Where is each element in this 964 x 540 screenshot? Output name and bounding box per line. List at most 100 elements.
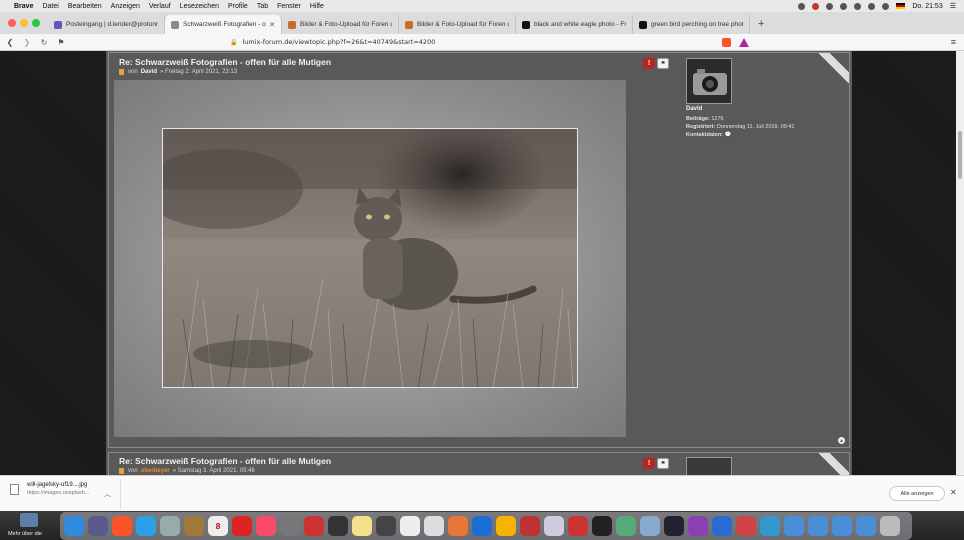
menu-datei[interactable]: Datei (42, 3, 58, 10)
menu-anzeigen[interactable]: Anzeigen (111, 3, 140, 10)
app-icon[interactable] (568, 516, 588, 536)
cat-photo[interactable] (162, 128, 578, 388)
contacts-icon[interactable] (184, 516, 204, 536)
new-tab-button[interactable]: + (750, 18, 772, 34)
app-icon[interactable] (376, 516, 396, 536)
posts-value[interactable]: 1276 (711, 116, 723, 122)
wifi-icon[interactable] (882, 2, 890, 10)
author-profile: David Beiträge: 1276 Registriert: Donner… (686, 58, 826, 139)
divider (120, 479, 121, 509)
tab-posteingang[interactable]: Posteingang | d.lender@protonmail (48, 15, 165, 34)
avatar[interactable] (686, 58, 732, 104)
1password-icon[interactable] (472, 516, 492, 536)
menu-fenster[interactable]: Fenster (277, 3, 301, 10)
menu-app-name[interactable]: Brave (14, 3, 33, 10)
back-to-top-icon[interactable]: ▲ (838, 437, 845, 444)
report-button[interactable]: ! (643, 458, 655, 469)
forward-button[interactable]: ❯ (20, 38, 34, 47)
status-icon[interactable] (798, 2, 806, 10)
folder-icon[interactable] (832, 516, 852, 536)
app-icon[interactable] (664, 516, 684, 536)
app-icon[interactable] (544, 516, 564, 536)
browser-menu-icon[interactable]: ≡ (951, 37, 956, 47)
app-icon[interactable] (304, 516, 324, 536)
close-window-button[interactable] (8, 19, 16, 27)
chevron-up-icon[interactable]: ︿ (104, 489, 111, 499)
music-icon[interactable] (256, 516, 276, 536)
show-all-downloads-button[interactable]: Alle anzeigen (889, 486, 945, 501)
status-icon[interactable] (826, 2, 834, 10)
photo-app-icon[interactable] (232, 516, 252, 536)
post-author-link[interactable]: David (141, 69, 157, 75)
preview-icon[interactable] (160, 516, 180, 536)
alert-icon[interactable] (812, 2, 820, 10)
affinity-designer-icon[interactable] (712, 516, 732, 536)
reload-button[interactable]: ↻ (37, 38, 51, 47)
minimize-window-button[interactable] (20, 19, 28, 27)
clock[interactable]: Do. 21:53 (912, 3, 942, 10)
profile-name[interactable]: David (686, 106, 826, 112)
tab-bilder-upload-1[interactable]: Bilder & Foto-Upload für Foren und (282, 15, 399, 34)
folder-icon[interactable] (784, 516, 804, 536)
folder-icon[interactable] (808, 516, 828, 536)
firefox-icon[interactable] (448, 516, 468, 536)
post-title[interactable]: Re: Schwarzweiß Fotografien - offen für … (119, 456, 331, 466)
folder-icon[interactable] (856, 516, 876, 536)
status-icon[interactable] (854, 2, 862, 10)
lock-icon: 🔒 (230, 38, 238, 46)
quote-button[interactable]: ❝ (657, 458, 669, 469)
app-icon[interactable] (520, 516, 540, 536)
status-icon[interactable] (840, 2, 848, 10)
brave-shields-icon[interactable] (722, 37, 731, 47)
textedit-icon[interactable] (400, 516, 420, 536)
safari-icon[interactable] (136, 516, 156, 536)
keyboard-layout-flag-icon[interactable] (896, 3, 906, 9)
app-icon[interactable] (736, 516, 756, 536)
page-scrollbar[interactable] (956, 51, 964, 475)
brave-rewards-icon[interactable] (739, 37, 749, 47)
calendar-icon[interactable]: 8 (208, 516, 228, 536)
siri-icon[interactable] (88, 516, 108, 536)
menu-hilfe[interactable]: Hilfe (310, 3, 324, 10)
tab-eagle-photo[interactable]: black and white eagle photo - Free (516, 15, 633, 34)
post-title[interactable]: Re: Schwarzweiß Fotografien - offen für … (119, 57, 331, 67)
menu-lesezeichen[interactable]: Lesezeichen (180, 3, 219, 10)
system-preferences-icon[interactable] (280, 516, 300, 536)
download-item[interactable]: will-jagelsky-uf19....jpg https://images… (10, 482, 89, 496)
desktop-file-icon[interactable] (20, 513, 38, 527)
trash-icon[interactable] (880, 516, 900, 536)
camera-avatar-image (687, 59, 731, 103)
menu-tab[interactable]: Tab (257, 3, 268, 10)
profile-registered: Registriert: Donnerstag 11. Juli 2019, 0… (686, 123, 826, 131)
zoom-window-button[interactable] (32, 19, 40, 27)
tab-green-bird-photo[interactable]: green bird perching on tree photo (633, 15, 750, 34)
close-icon[interactable]: ✕ (950, 488, 957, 497)
app-icon[interactable] (496, 516, 516, 536)
menu-verlauf[interactable]: Verlauf (149, 3, 171, 10)
url-field[interactable]: 🔒 lumix-forum.de/viewtopic.php?f=26&t=40… (230, 38, 435, 46)
tab-schwarzweiss[interactable]: Schwarzweiß Fotografien - offen ✕ (165, 15, 282, 34)
post-author-link[interactable]: oberbeyer (141, 468, 170, 474)
menu-profile[interactable]: Profile (228, 3, 248, 10)
report-button[interactable]: ! (643, 58, 655, 69)
app-icon[interactable] (640, 516, 660, 536)
activity-monitor-icon[interactable] (328, 516, 348, 536)
notes-icon[interactable] (352, 516, 372, 536)
app-icon[interactable] (424, 516, 444, 536)
close-tab-icon[interactable]: ✕ (266, 21, 275, 29)
affinity-photo-icon[interactable] (688, 516, 708, 536)
app-icon[interactable] (592, 516, 612, 536)
chat-bubble-icon[interactable]: 💬 (725, 132, 732, 138)
bookmark-icon[interactable]: ⚑ (54, 38, 68, 47)
control-center-icon[interactable]: ☰ (950, 2, 956, 10)
app-icon[interactable] (760, 516, 780, 536)
status-icon[interactable] (868, 2, 876, 10)
app-icon[interactable] (616, 516, 636, 536)
quote-button[interactable]: ❝ (657, 58, 669, 69)
menu-bearbeiten[interactable]: Bearbeiten (68, 3, 102, 10)
finder-icon[interactable] (64, 516, 84, 536)
back-button[interactable]: ❮ (3, 38, 17, 47)
tab-bilder-upload-2[interactable]: Bilder & Foto-Upload für Foren und (399, 15, 516, 34)
brave-icon[interactable] (112, 516, 132, 536)
scrollbar-thumb[interactable] (958, 131, 962, 179)
